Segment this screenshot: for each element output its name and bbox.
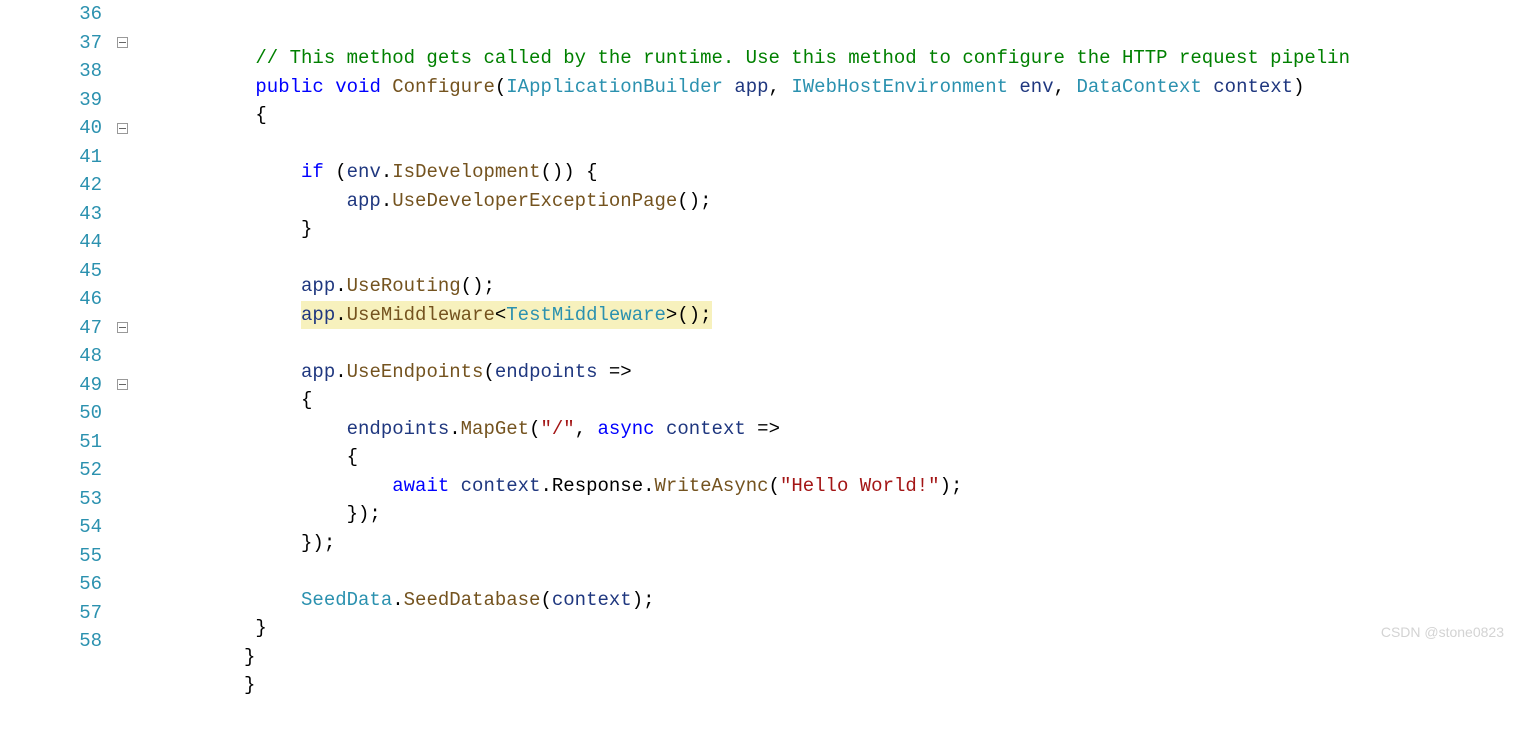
line-number: 51: [0, 428, 110, 457]
highlighted-code: app.UseMiddleware<TestMiddleware>();: [301, 301, 712, 330]
code-line-36[interactable]: // This method gets called by the runtim…: [244, 44, 1522, 73]
line-number: 55: [0, 542, 110, 571]
code-area[interactable]: // This method gets called by the runtim…: [244, 0, 1522, 648]
line-number: 50: [0, 399, 110, 428]
line-number: 58: [0, 627, 110, 656]
code-line-49[interactable]: endpoints.MapGet("/", async context =>: [244, 415, 1522, 444]
code-line-42[interactable]: }: [244, 215, 1522, 244]
code-line-55[interactable]: SeedData.SeedDatabase(context);: [244, 586, 1522, 615]
code-line-43[interactable]: [244, 244, 1522, 273]
code-line-45[interactable]: app.UseMiddleware<TestMiddleware>();: [244, 301, 1522, 330]
fold-toggle[interactable]: [110, 379, 134, 390]
code-line-57[interactable]: }: [244, 643, 1522, 672]
code-line-48[interactable]: {: [244, 386, 1522, 415]
code-line-53[interactable]: });: [244, 529, 1522, 558]
line-number: 57: [0, 599, 110, 628]
line-number: 53: [0, 485, 110, 514]
code-line-46[interactable]: [244, 329, 1522, 358]
code-line-44[interactable]: app.UseRouting();: [244, 272, 1522, 301]
line-number: 37: [0, 29, 110, 58]
fold-toggle[interactable]: [110, 322, 134, 333]
line-number: 47: [0, 314, 110, 343]
fold-toggle[interactable]: [110, 37, 134, 48]
line-number: 45: [0, 257, 110, 286]
line-number: 56: [0, 570, 110, 599]
code-line-47[interactable]: app.UseEndpoints(endpoints =>: [244, 358, 1522, 387]
line-number: 52: [0, 456, 110, 485]
minus-icon: [117, 322, 128, 333]
code-line-56[interactable]: }: [244, 614, 1522, 643]
code-line-38[interactable]: {: [244, 101, 1522, 130]
line-number: 48: [0, 342, 110, 371]
gutter: 36 37 38 39 40 41 42 43 44 45 46 47 48 4…: [0, 0, 244, 648]
code-line-50[interactable]: {: [244, 443, 1522, 472]
minus-icon: [117, 379, 128, 390]
line-number: 42: [0, 171, 110, 200]
code-line-51[interactable]: await context.Response.WriteAsync("Hello…: [244, 472, 1522, 501]
code-line-40[interactable]: if (env.IsDevelopment()) {: [244, 158, 1522, 187]
code-line-37[interactable]: public void Configure(IApplicationBuilde…: [244, 73, 1522, 102]
code-line-41[interactable]: app.UseDeveloperExceptionPage();: [244, 187, 1522, 216]
line-number: 43: [0, 200, 110, 229]
fold-toggle[interactable]: [110, 123, 134, 134]
line-number: 38: [0, 57, 110, 86]
line-number: 36: [0, 0, 110, 29]
line-number: 41: [0, 143, 110, 172]
line-number: 40: [0, 114, 110, 143]
code-line-54[interactable]: [244, 557, 1522, 586]
line-number: 39: [0, 86, 110, 115]
watermark: CSDN @stone0823: [1381, 624, 1504, 640]
line-number: 44: [0, 228, 110, 257]
code-line-52[interactable]: });: [244, 500, 1522, 529]
line-number: 46: [0, 285, 110, 314]
code-editor[interactable]: 36 37 38 39 40 41 42 43 44 45 46 47 48 4…: [0, 0, 1522, 648]
code-line-39[interactable]: [244, 130, 1522, 159]
line-number: 49: [0, 371, 110, 400]
line-number: 54: [0, 513, 110, 542]
minus-icon: [117, 37, 128, 48]
minus-icon: [117, 123, 128, 134]
code-line-58[interactable]: }: [244, 671, 1522, 700]
